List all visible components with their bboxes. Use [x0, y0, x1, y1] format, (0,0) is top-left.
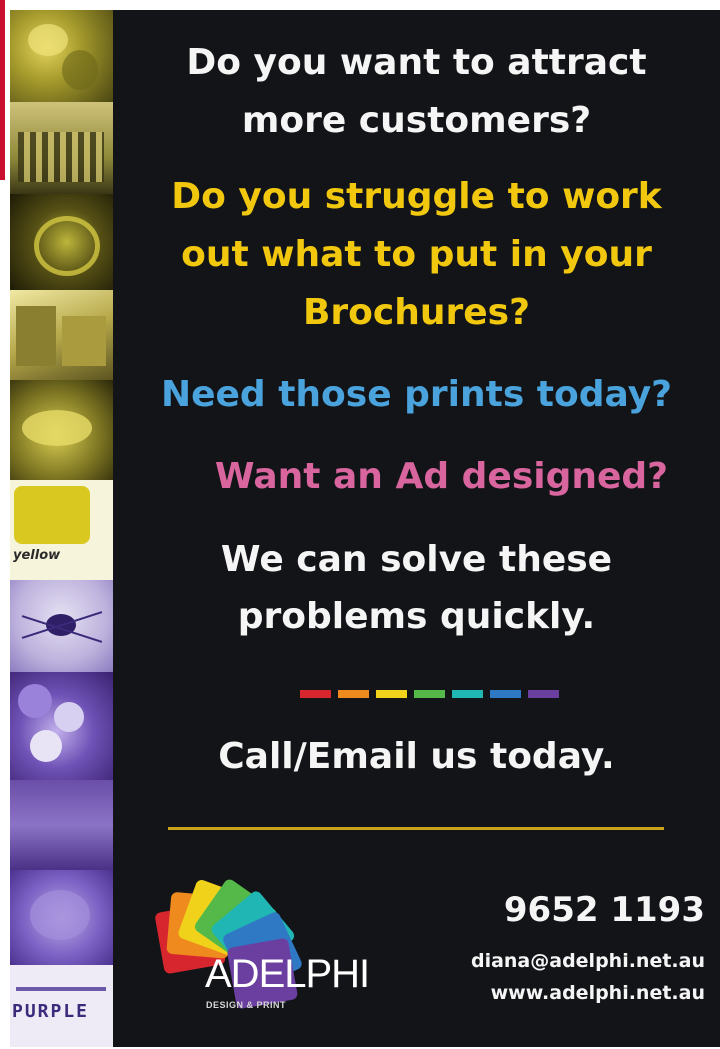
photo-tile-lavender	[10, 870, 113, 965]
rainbow-segment-red	[300, 690, 331, 698]
yellow-swatch-label: yellow	[13, 548, 61, 563]
phone-number[interactable]: 9652 1193	[504, 890, 705, 930]
brochure-question-line-2: out what to put in your	[181, 234, 652, 275]
advertisement: yellow PURPLE Do you want to attract mor…	[10, 10, 720, 1047]
photo-tile-swirl	[10, 194, 113, 290]
ad-design-question: Want an Ad designed?	[214, 456, 669, 497]
brochure-question-line-1: Do you struggle to work	[171, 176, 662, 217]
photo-tile-fish	[10, 380, 113, 480]
photo-tile-group	[10, 102, 113, 194]
headline-line-2: more customers?	[241, 100, 592, 141]
solution-line-1: We can solve these	[220, 539, 613, 580]
yellow-swatch	[14, 486, 90, 544]
purple-book-label: PURPLE	[12, 1001, 90, 1022]
rainbow-segment-yellow	[376, 690, 407, 698]
photo-tile-purple-book: PURPLE	[10, 965, 113, 1047]
gold-divider	[168, 827, 664, 830]
photo-tile-yellow-swatch: yellow	[10, 480, 113, 580]
website-url[interactable]: www.adelphi.net.au	[491, 982, 705, 1004]
rainbow-segment-green	[414, 690, 445, 698]
headline-line-1: Do you want to attract	[186, 42, 647, 83]
red-edge-mark	[0, 0, 5, 180]
solution-line-2: problems quickly.	[237, 596, 596, 637]
rainbow-segment-orange	[338, 690, 369, 698]
photo-tile-berries	[10, 672, 113, 780]
rainbow-segment-purple	[528, 690, 559, 698]
photo-tile-street	[10, 290, 113, 380]
call-to-action: Call/Email us today.	[218, 736, 615, 777]
photo-strip: yellow PURPLE	[10, 10, 113, 1047]
rainbow-segment-blue	[490, 690, 521, 698]
brand-tagline: DESIGN & PRINT	[206, 1000, 287, 1010]
brand-name: ADELPHI	[205, 952, 370, 996]
rainbow-segment-teal	[452, 690, 483, 698]
brochure-question-line-3: Brochures?	[302, 292, 530, 333]
photo-tile-fabric	[10, 780, 113, 870]
photo-tile-foliage	[10, 10, 113, 102]
rainbow-divider	[300, 690, 559, 698]
email-address[interactable]: diana@adelphi.net.au	[471, 950, 705, 972]
photo-tile-spider	[10, 580, 113, 672]
prints-question: Need those prints today?	[160, 374, 673, 415]
